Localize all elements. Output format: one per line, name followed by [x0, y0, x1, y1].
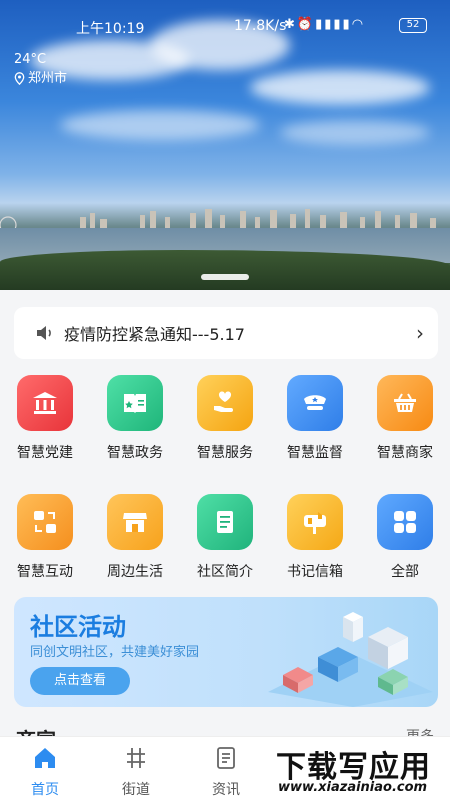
status-bar: 上午10:19 17.8K/s ✱⏰▮▮▮▮◠ 52 — [0, 0, 450, 50]
tab-home[interactable]: 首页 — [15, 745, 75, 799]
cloud — [60, 110, 260, 140]
activity-title: 社区活动 — [30, 613, 126, 641]
temperature: 24°C — [14, 52, 47, 67]
hd-signal-icon: ▮▮ — [333, 17, 352, 32]
mailbox-icon — [287, 494, 343, 550]
network-speed: 17.8K/s — [234, 18, 287, 34]
exchange-icon — [17, 494, 73, 550]
location-pin-icon — [14, 72, 25, 85]
grid-item-label: 社区简介 — [197, 564, 253, 580]
grid-item-service[interactable]: 智慧服务 — [180, 375, 270, 462]
tab-label: 首页 — [31, 782, 59, 798]
weather-widget[interactable]: 24°C 郑州市 — [14, 50, 67, 88]
grid-item-nearby[interactable]: 周边生活 — [90, 494, 180, 581]
bluetooth-icon: ✱ — [284, 17, 297, 32]
chevron-right-icon: › — [416, 321, 424, 345]
foreground-land — [0, 250, 450, 290]
grid-icon — [377, 494, 433, 550]
battery-indicator: 52 — [399, 18, 427, 33]
notice-text: 疫情防控紧急通知---5.17 — [64, 325, 245, 344]
grid-item-label: 智慧监督 — [287, 445, 343, 461]
alarm-icon: ⏰ — [296, 17, 316, 32]
document-icon — [197, 494, 253, 550]
cloud — [250, 70, 430, 105]
cloud — [280, 120, 430, 145]
grid-item-all[interactable]: 全部 — [360, 494, 450, 581]
grid-item-merchant[interactable]: 智慧商家 — [360, 375, 450, 462]
shop-icon — [107, 494, 163, 550]
carousel-indicator — [201, 274, 249, 280]
notice-bar[interactable]: 疫情防控紧急通知---5.17 › — [14, 307, 438, 359]
wifi-icon: ◠ — [351, 17, 366, 32]
heart-hand-icon — [197, 375, 253, 431]
isometric-city-illustration — [268, 612, 433, 707]
grid-item-label: 智慧商家 — [377, 445, 433, 461]
grid-item-gov[interactable]: 智慧政务 — [90, 375, 180, 462]
grid-item-label: 全部 — [391, 564, 419, 580]
grid-item-supervise[interactable]: 智慧监督 — [270, 375, 360, 462]
grid-item-mailbox[interactable]: 书记信箱 — [270, 494, 360, 581]
community-activity-banner[interactable]: 社区活动 同创文明社区，共建美好家园 点击查看 — [14, 597, 438, 707]
grid-item-label: 智慧党建 — [17, 445, 73, 461]
grid-item-label: 周边生活 — [107, 564, 163, 580]
watermark: 下载写应用 www.xiazainiao.com — [270, 740, 448, 798]
basket-icon — [377, 375, 433, 431]
book-icon — [107, 375, 163, 431]
status-icons: ✱⏰▮▮▮▮◠ — [284, 17, 365, 32]
home-icon — [35, 748, 55, 768]
news-icon — [217, 747, 235, 769]
street-icon — [127, 748, 145, 768]
grid-item-interact[interactable]: 智慧互动 — [0, 494, 90, 581]
tab-news[interactable]: 资讯 — [196, 745, 256, 799]
grid-item-label: 智慧政务 — [107, 445, 163, 461]
view-button[interactable]: 点击查看 — [30, 667, 130, 695]
tab-label: 街道 — [122, 782, 150, 798]
status-time: 上午10:19 — [76, 21, 145, 37]
grid-item-party[interactable]: 智慧党建 — [0, 375, 90, 462]
grid-item-intro[interactable]: 社区简介 — [180, 494, 270, 581]
grid-item-label: 智慧服务 — [197, 445, 253, 461]
tab-label: 资讯 — [212, 782, 240, 798]
tab-street[interactable]: 街道 — [106, 745, 166, 799]
watermark-url: www.xiazainiao.com — [278, 780, 428, 795]
grid-item-label: 书记信箱 — [287, 564, 343, 580]
building-icon — [17, 375, 73, 431]
police-hat-icon — [287, 375, 343, 431]
city-name: 郑州市 — [28, 71, 68, 86]
speaker-icon — [37, 326, 51, 340]
grid-item-label: 智慧互动 — [17, 564, 73, 580]
hero-banner[interactable]: 上午10:19 17.8K/s ✱⏰▮▮▮▮◠ 52 24°C 郑州市 — [0, 0, 450, 290]
hd-signal-icon: ▮▮ — [315, 17, 334, 32]
activity-subtitle: 同创文明社区，共建美好家园 — [30, 645, 200, 660]
